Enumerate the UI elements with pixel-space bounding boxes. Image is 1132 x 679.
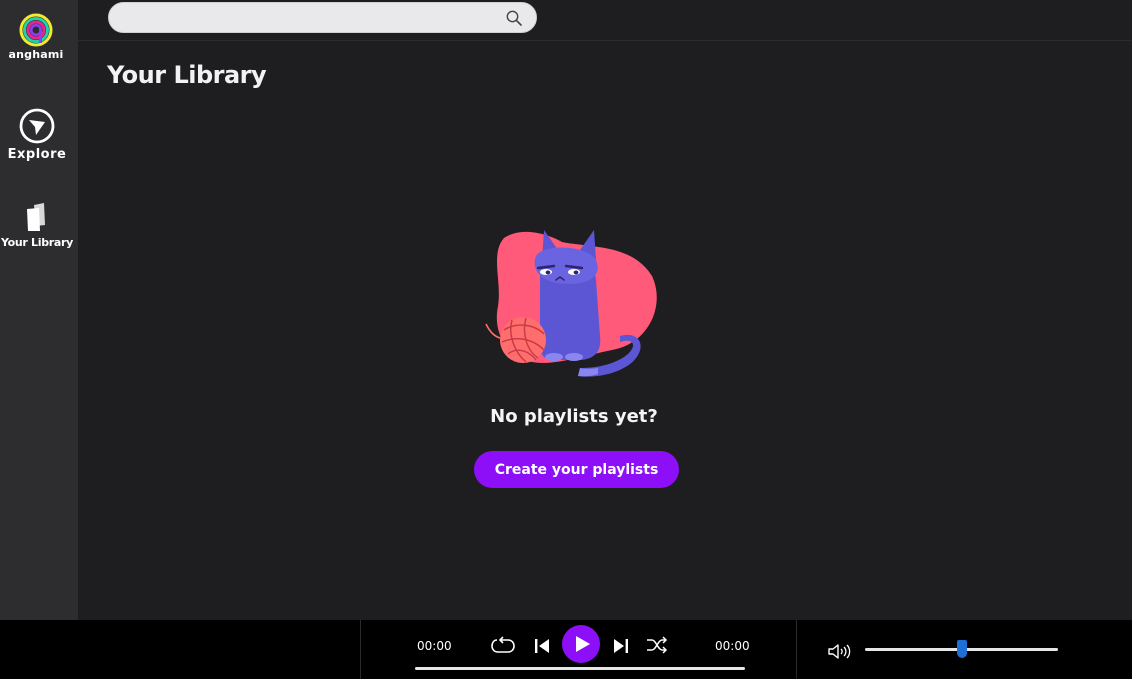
empty-state-message: No playlists yet?: [490, 406, 658, 427]
anghami-logo[interactable]: anghami: [0, 8, 72, 72]
page-title: Your Library: [107, 61, 267, 89]
play-button[interactable]: [562, 625, 600, 663]
player-bar: 00:00 00:00: [0, 620, 1132, 679]
sidebar-item-your-library[interactable]: Your Library: [0, 201, 74, 249]
compass-icon: [19, 108, 55, 144]
total-time: 00:00: [715, 639, 750, 653]
playback-controls: 00:00 00:00: [360, 620, 797, 679]
anghami-logo-icon: [19, 13, 53, 47]
progress-bar[interactable]: [415, 667, 745, 670]
search-bar[interactable]: [108, 2, 537, 33]
volume-slider-thumb[interactable]: [956, 640, 967, 658]
previous-icon[interactable]: [534, 637, 550, 655]
app-window: anghami Explore Your Library Your Librar…: [0, 0, 1132, 679]
library-icon: [27, 203, 45, 231]
search-icon[interactable]: [506, 10, 522, 26]
search-input[interactable]: [123, 8, 493, 28]
sidebar-item-label: Explore: [7, 147, 67, 162]
next-icon[interactable]: [613, 637, 629, 655]
volume-icon[interactable]: [828, 643, 852, 660]
logo-text: anghami: [8, 48, 64, 61]
play-icon: [576, 636, 590, 652]
volume-slider[interactable]: [865, 640, 1058, 658]
current-time: 00:00: [417, 639, 452, 653]
sidebar-item-label: Your Library: [0, 236, 74, 249]
shuffle-icon[interactable]: [646, 636, 668, 654]
create-playlists-button[interactable]: Create your playlists: [474, 451, 679, 488]
sidebar-item-explore[interactable]: Explore: [0, 108, 74, 162]
repeat-icon[interactable]: [491, 636, 515, 656]
grumpy-cat-illustration: [485, 230, 657, 377]
top-bar: [78, 0, 1132, 41]
sidebar: anghami Explore Your Library: [0, 0, 78, 620]
